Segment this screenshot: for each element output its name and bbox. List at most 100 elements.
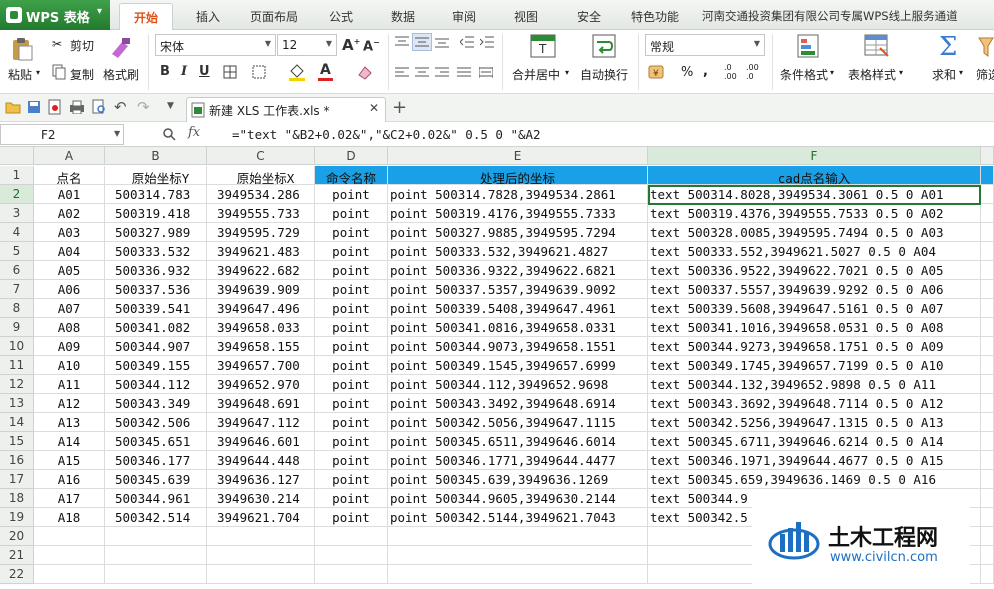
table-cell[interactable]: 3949652.970 (207, 375, 315, 394)
empty-cell[interactable] (388, 527, 648, 546)
column-header-C[interactable]: C (207, 147, 315, 165)
tab-review[interactable]: 审阅 (452, 8, 476, 25)
align-top-icon[interactable] (395, 36, 409, 48)
align-left-icon[interactable] (395, 67, 409, 79)
cut-button[interactable]: 剪切 (70, 37, 94, 54)
header-cell[interactable]: 原始坐标Y (105, 166, 207, 185)
justify-icon[interactable] (457, 67, 471, 79)
conditional-format-button[interactable]: 条件格式 (780, 66, 828, 83)
row-header[interactable]: 1 (0, 166, 34, 185)
empty-cell[interactable] (981, 337, 994, 356)
decrease-decimal-icon[interactable]: .00.0 (746, 63, 759, 81)
wps-app-menu-button[interactable]: WPS 表格 ▾ (0, 0, 110, 30)
table-cell[interactable]: point 500319.4176,3949555.7333 (388, 204, 648, 223)
table-cell[interactable]: point 500349.1545,3949657.6999 (388, 356, 648, 375)
empty-cell[interactable] (981, 508, 994, 527)
chevron-down-icon[interactable]: ▾ (36, 68, 40, 77)
table-cell[interactable]: point 500344.112,3949652.9698 (388, 375, 648, 394)
undo-icon[interactable]: ↶ (114, 98, 127, 116)
table-cell[interactable]: A01 (34, 185, 105, 204)
filter-icon[interactable] (978, 36, 994, 58)
currency-icon[interactable]: ¥ (648, 64, 666, 80)
table-cell[interactable]: text 500349.1745,3949657.7199 0.5 0 A10 (648, 356, 981, 375)
empty-cell[interactable] (981, 261, 994, 280)
table-cell[interactable]: A02 (34, 204, 105, 223)
table-cell[interactable]: point 500343.3492,3949648.6914 (388, 394, 648, 413)
empty-cell[interactable] (388, 565, 648, 584)
table-cell[interactable]: point 500314.7828,3949534.2861 (388, 185, 648, 204)
empty-cell[interactable] (981, 204, 994, 223)
table-cell[interactable]: point (315, 489, 388, 508)
cell-style-icon[interactable] (252, 65, 266, 79)
table-cell[interactable]: text 500344.132,3949652.9898 0.5 0 A11 (648, 375, 981, 394)
table-cell[interactable]: 500327.989 (105, 223, 207, 242)
format-painter-button[interactable]: 格式刷 (103, 66, 139, 83)
table-cell[interactable]: text 500341.1016,3949658.0531 0.5 0 A08 (648, 318, 981, 337)
row-header[interactable]: 16 (0, 451, 34, 470)
table-cell[interactable]: text 500319.4376,3949555.7533 0.5 0 A02 (648, 204, 981, 223)
table-cell[interactable]: 500344.961 (105, 489, 207, 508)
table-cell[interactable]: 3949647.112 (207, 413, 315, 432)
empty-cell[interactable] (207, 546, 315, 565)
table-cell[interactable]: point 500327.9885,3949595.7294 (388, 223, 648, 242)
header-cell[interactable]: 处理后的坐标 (388, 166, 648, 185)
tab-data[interactable]: 数据 (391, 8, 415, 25)
paste-icon[interactable] (10, 36, 34, 62)
empty-cell[interactable] (315, 527, 388, 546)
empty-cell[interactable] (981, 185, 994, 204)
empty-cell[interactable] (981, 299, 994, 318)
table-cell[interactable]: 500346.177 (105, 451, 207, 470)
empty-cell[interactable] (207, 527, 315, 546)
decrease-font-icon[interactable]: A− (363, 38, 380, 54)
empty-cell[interactable] (981, 489, 994, 508)
tab-service-channel[interactable]: 河南交通投资集团有限公司专属WPS线上服务通道 (702, 8, 958, 24)
table-cell[interactable]: 500344.907 (105, 337, 207, 356)
paste-button[interactable]: 粘贴 (8, 66, 32, 83)
table-cell[interactable]: 500337.536 (105, 280, 207, 299)
row-header[interactable]: 18 (0, 489, 34, 508)
row-header[interactable]: 6 (0, 261, 34, 280)
table-cell[interactable]: 500343.349 (105, 394, 207, 413)
table-cell[interactable]: point 500344.9073,3949658.1551 (388, 337, 648, 356)
table-cell[interactable]: 500345.639 (105, 470, 207, 489)
table-cell[interactable]: A13 (34, 413, 105, 432)
increase-font-icon[interactable]: A+ (342, 36, 360, 54)
table-cell[interactable]: point 500342.5144,3949621.7043 (388, 508, 648, 527)
close-tab-icon[interactable]: ✕ (369, 101, 379, 115)
empty-cell[interactable] (34, 527, 105, 546)
row-header[interactable]: 5 (0, 242, 34, 261)
column-header-blank[interactable] (981, 147, 994, 165)
table-cell[interactable]: A09 (34, 337, 105, 356)
align-bottom-icon[interactable] (435, 36, 449, 48)
header-cell[interactable]: 点名 (34, 166, 105, 185)
font-color-icon[interactable]: A (320, 62, 331, 78)
align-right-icon[interactable] (435, 67, 449, 79)
table-cell[interactable]: 3949647.496 (207, 299, 315, 318)
table-cell[interactable]: point (315, 280, 388, 299)
table-cell[interactable]: point (315, 185, 388, 204)
table-cell[interactable]: 3949658.155 (207, 337, 315, 356)
table-cell[interactable]: point 500345.639,3949636.1269 (388, 470, 648, 489)
table-cell[interactable]: point (315, 394, 388, 413)
tab-insert[interactable]: 插入 (196, 8, 220, 25)
table-cell[interactable]: point (315, 356, 388, 375)
row-header[interactable]: 3 (0, 204, 34, 223)
empty-cell[interactable] (981, 356, 994, 375)
wrap-text-button[interactable]: 自动换行 (580, 66, 628, 83)
table-cell[interactable]: 3949621.483 (207, 242, 315, 261)
table-cell[interactable]: 500314.783 (105, 185, 207, 204)
chevron-down-icon[interactable]: ▾ (830, 68, 834, 77)
table-cell[interactable]: point (315, 337, 388, 356)
distributed-align-icon[interactable] (479, 67, 493, 79)
table-cell[interactable]: 500341.082 (105, 318, 207, 337)
increase-decimal-icon[interactable]: .0.00 (724, 63, 737, 81)
row-header[interactable]: 14 (0, 413, 34, 432)
table-cell[interactable]: 3949622.682 (207, 261, 315, 280)
align-center-icon[interactable] (415, 67, 429, 79)
merge-center-button[interactable]: 合并居中 (512, 66, 560, 83)
table-cell[interactable]: 500344.112 (105, 375, 207, 394)
export-pdf-icon[interactable] (47, 99, 63, 115)
column-header-E[interactable]: E (388, 147, 648, 165)
table-cell[interactable]: point (315, 261, 388, 280)
new-tab-icon[interactable]: + (392, 97, 407, 118)
